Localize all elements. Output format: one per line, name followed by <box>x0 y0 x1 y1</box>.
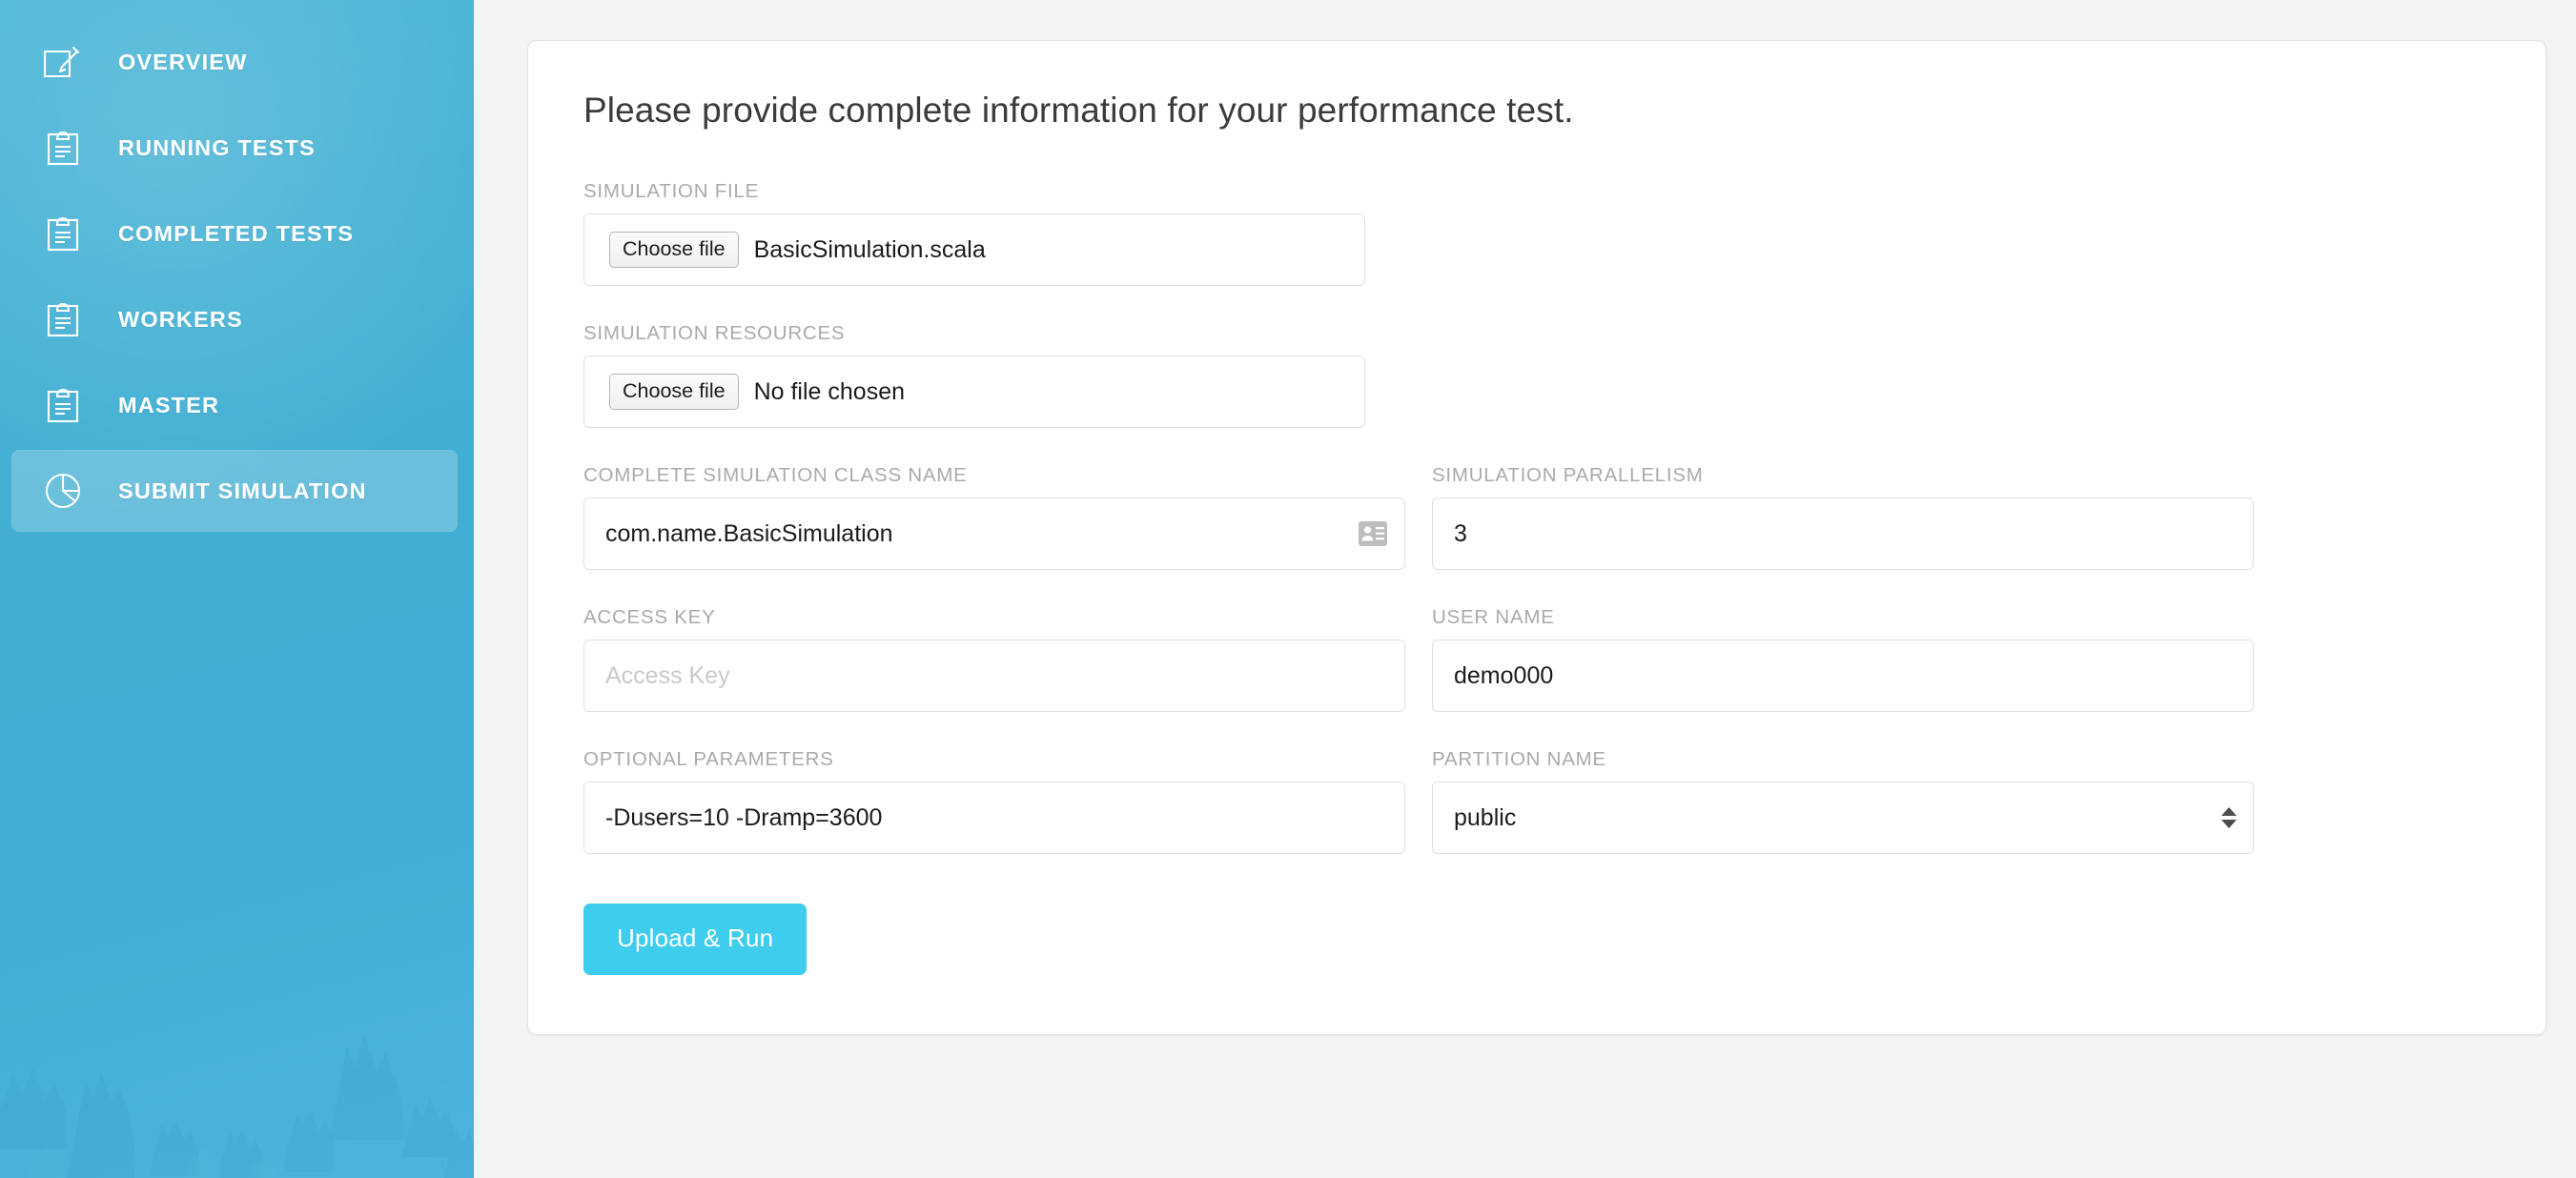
pie-chart-icon <box>38 466 88 516</box>
optional-parameters-input[interactable] <box>583 782 1405 854</box>
simulation-file-input[interactable]: Choose file BasicSimulation.scala <box>583 213 1365 286</box>
field-optional-parameters: OPTIONAL PARAMETERS <box>583 748 1405 854</box>
sidebar-item-workers[interactable]: WORKERS <box>11 278 458 360</box>
sidebar-nav: OVERVIEW RUNNING TESTS COMPLETED TESTS W… <box>0 21 474 532</box>
simulation-file-name: BasicSimulation.scala <box>753 235 986 263</box>
simulation-class-name-input[interactable] <box>583 498 1405 570</box>
page-title: Please provide complete information for … <box>583 91 1574 130</box>
simulation-resources-file-name: No file chosen <box>753 377 906 405</box>
sidebar-item-label: OVERVIEW <box>118 49 248 74</box>
field-label: USER NAME <box>1432 606 1555 628</box>
form-row-class-parallelism: COMPLETE SIMULATION CLASS NAME com.name.… <box>583 464 2490 570</box>
choose-file-button[interactable]: Choose file <box>609 374 739 410</box>
field-label: SIMULATION RESOURCES <box>583 322 846 344</box>
clipboard-icon <box>38 380 88 430</box>
main-content: Please provide complete information for … <box>474 0 2576 1178</box>
field-partition-name: PARTITION NAME <box>1432 748 2254 854</box>
simulation-resources-input[interactable]: Choose file No file chosen <box>583 355 1365 428</box>
edit-square-icon <box>38 37 88 87</box>
choose-file-button[interactable]: Choose file <box>609 232 739 268</box>
simulation-parallelism-input[interactable] <box>1432 498 2254 570</box>
sidebar-item-label: RUNNING TESTS <box>118 134 316 160</box>
upload-and-run-button[interactable]: Upload & Run <box>583 904 808 975</box>
field-simulation-file: SIMULATION FILE Choose file BasicSimulat… <box>583 180 2490 286</box>
field-label: OPTIONAL PARAMETERS <box>583 748 834 770</box>
access-key-input[interactable] <box>583 640 1405 712</box>
field-label: PARTITION NAME <box>1432 748 1606 770</box>
sidebar-item-label: WORKERS <box>118 306 243 332</box>
sidebar: OVERVIEW RUNNING TESTS COMPLETED TESTS W… <box>0 0 474 1178</box>
field-label: SIMULATION PARALLELISM <box>1432 464 1704 486</box>
partition-name-select[interactable] <box>1432 782 2254 854</box>
field-label: SIMULATION FILE <box>583 180 760 202</box>
sidebar-item-master[interactable]: MASTER <box>11 364 458 446</box>
sidebar-item-label: SUBMIT SIMULATION <box>118 477 367 503</box>
field-user-name: USER NAME <box>1432 606 2254 712</box>
field-simulation-parallelism: SIMULATION PARALLELISM <box>1432 464 2254 570</box>
field-label: COMPLETE SIMULATION CLASS NAME <box>583 464 968 486</box>
sidebar-item-submit-simulation[interactable]: SUBMIT SIMULATION <box>11 450 458 532</box>
sidebar-item-label: COMPLETED TESTS <box>118 220 355 246</box>
user-name-input[interactable] <box>1432 640 2254 712</box>
sidebar-item-running-tests[interactable]: RUNNING TESTS <box>11 107 458 189</box>
clipboard-icon <box>38 209 88 258</box>
field-label: ACCESS KEY <box>583 606 716 628</box>
field-simulation-class-name: COMPLETE SIMULATION CLASS NAME <box>583 464 1405 570</box>
field-access-key: ACCESS KEY <box>583 606 1405 712</box>
clipboard-icon <box>38 294 88 344</box>
form-row-params-partition: OPTIONAL PARAMETERS PARTITION NAME <box>583 748 2490 854</box>
clipboard-icon <box>38 123 88 173</box>
sidebar-item-label: MASTER <box>118 392 220 417</box>
submit-simulation-card: Please provide complete information for … <box>527 40 2546 1035</box>
pine-trees-background-image <box>0 1035 474 1178</box>
field-simulation-resources: SIMULATION RESOURCES Choose file No file… <box>583 322 2490 428</box>
form-row-accesskey-username: ACCESS KEY USER NAME <box>583 606 2490 712</box>
sidebar-item-overview[interactable]: OVERVIEW <box>11 21 458 103</box>
sidebar-item-completed-tests[interactable]: COMPLETED TESTS <box>11 193 458 274</box>
